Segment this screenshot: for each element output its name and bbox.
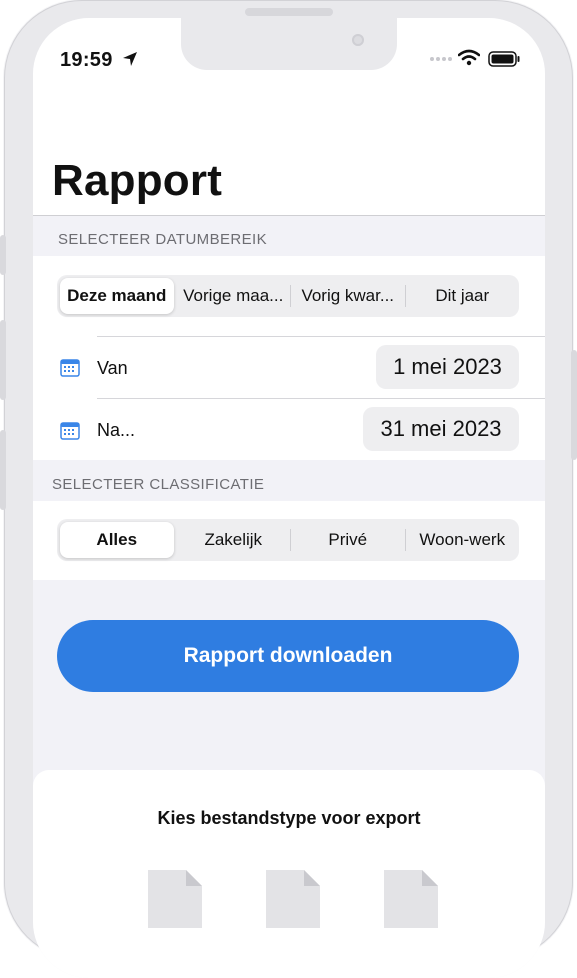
wifi-icon xyxy=(458,49,480,66)
export-card: Kies bestandstype voor export xyxy=(33,770,545,978)
from-date-picker[interactable]: 1 mei 2023 xyxy=(376,345,519,389)
location-arrow-icon xyxy=(123,52,137,66)
from-date-row: Van 1 mei 2023 xyxy=(33,337,545,399)
battery-icon xyxy=(488,51,520,67)
calendar-icon xyxy=(60,359,80,377)
segment-vorige-maand[interactable]: Vorige maa... xyxy=(177,278,291,314)
from-date-label: Van xyxy=(97,358,128,378)
side-button xyxy=(0,235,6,275)
calendar-icon xyxy=(60,422,80,440)
classification-card: Alles Zakelijk Privé Woon-werk xyxy=(33,501,545,580)
notch xyxy=(181,18,397,70)
date-range-card: Deze maand Vorige maa... Vorig kwar... D… xyxy=(33,256,545,460)
export-title: Kies bestandstype voor export xyxy=(157,808,421,828)
segment-prive[interactable]: Privé xyxy=(291,522,405,558)
segment-zakelijk[interactable]: Zakelijk xyxy=(177,522,291,558)
segment-woon-werk[interactable]: Woon-werk xyxy=(406,522,520,558)
file-icon[interactable] xyxy=(382,868,440,928)
speaker-grill xyxy=(245,8,333,16)
header: Rapport xyxy=(33,78,545,216)
classification-section-label: SELECTEER CLASSIFICATIE xyxy=(52,476,265,493)
power-button xyxy=(571,350,577,460)
classification-segmented-control: Alles Zakelijk Privé Woon-werk xyxy=(57,519,519,561)
to-date-picker[interactable]: 31 mei 2023 xyxy=(363,407,519,451)
file-icon[interactable] xyxy=(264,868,322,928)
segment-dit-jaar[interactable]: Dit jaar xyxy=(406,278,520,314)
cellular-signal-icon xyxy=(430,57,452,61)
page-title: Rapport xyxy=(52,156,223,205)
to-date-label: Na... xyxy=(97,420,136,440)
file-icon[interactable] xyxy=(146,868,204,928)
segment-vorig-kwartaal[interactable]: Vorig kwar... xyxy=(291,278,405,314)
phone-screen: 19:59 Rapport SELECTEER DATUMBEREIK Deze… xyxy=(33,18,545,978)
status-time: 19:59 xyxy=(60,49,113,71)
date-range-segmented-control: Deze maand Vorige maa... Vorig kwar... D… xyxy=(57,275,519,317)
date-range-section-label: SELECTEER DATUMBEREIK xyxy=(58,231,267,248)
volume-down-button xyxy=(0,430,6,510)
segment-deze-maand[interactable]: Deze maand xyxy=(60,278,174,314)
segment-alles[interactable]: Alles xyxy=(60,522,174,558)
volume-up-button xyxy=(0,320,6,400)
to-date-row: Na... 31 mei 2023 xyxy=(33,399,545,461)
front-camera xyxy=(352,34,364,46)
download-report-button[interactable]: Rapport downloaden xyxy=(57,620,519,692)
